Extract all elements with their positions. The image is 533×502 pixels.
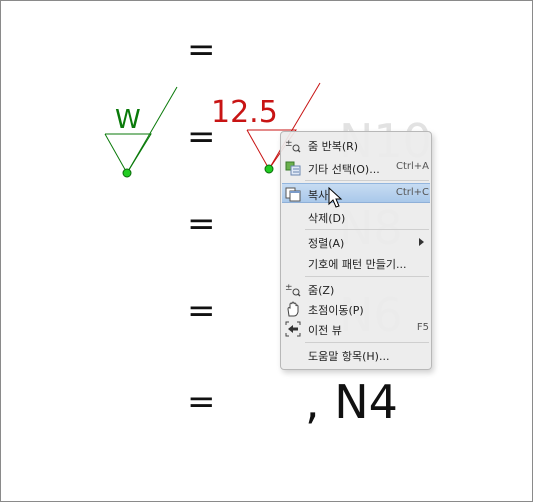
svg-text:±: ± [285,283,293,293]
menu-label: 초점이동(P) [308,304,364,317]
symbol-w-label: W [115,105,141,135]
drawing-canvas[interactable]: N10 N8 N6 = = = = = W 12.5 , N4 ± [0,0,533,502]
menu-shortcut: Ctrl+A [395,161,429,172]
menu-label: 삭제(D) [308,212,346,225]
menu-item-previous-view[interactable]: 이전 뷰 F5 [282,319,430,339]
menu-label: 복사 [308,189,329,202]
equals-sign-3: = [187,204,216,244]
label-n4: , N4 [305,375,398,429]
menu-label: 기호에 패턴 만들기... [308,258,407,271]
grip-point-red[interactable] [264,164,274,174]
menu-item-help[interactable]: 도움말 항목(H)... [282,345,430,365]
menu-shortcut: F5 [416,322,429,333]
menu-label: 이전 뷰 [308,324,342,337]
menu-separator [305,342,429,343]
copy-icon [285,186,301,202]
drawing-svg[interactable]: N10 N8 N6 = = = = = W 12.5 , N4 [1,1,532,501]
menu-separator [305,180,429,181]
menu-label: 줌 반복(R) [308,140,359,153]
menu-item-select-similar[interactable]: 기타 선택(O)... Ctrl+A [282,158,430,178]
zoom-icon: ± [285,281,301,297]
menu-label: 기타 선택(O)... [308,163,380,176]
equals-sign-4: = [187,291,216,331]
grip-point-green[interactable] [122,168,132,178]
menu-item-delete[interactable]: 삭제(D) [282,207,430,227]
menu-item-repeat-zoom[interactable]: ± 줌 반복(R) [282,135,430,155]
arrow-cursor-icon [328,187,343,208]
menu-item-make-pattern[interactable]: 기호에 패턴 만들기... [282,253,430,273]
menu-separator [305,276,429,277]
menu-item-copy[interactable]: 복사 Ctrl+C [282,183,430,203]
zoom-icon: ± [285,137,301,153]
select-similar-icon [285,160,301,176]
menu-item-zoom[interactable]: ± 줌(Z) [282,279,430,299]
surface-symbol-w[interactable]: W [104,86,178,178]
pan-hand-icon [285,301,301,317]
menu-separator [305,229,429,230]
menu-label: 정렬(A) [308,237,345,250]
menu-item-align[interactable]: 정렬(A) [282,232,430,252]
menu-shortcut: Ctrl+C [395,187,429,198]
menu-label: 도움말 항목(H)... [308,350,390,363]
symbol-value-label: 12.5 [211,95,278,130]
menu-label: 줌(Z) [308,284,335,297]
equals-sign-1: = [187,30,216,70]
menu-item-pan[interactable]: 초점이동(P) [282,299,430,319]
equals-sign-5: = [187,382,216,422]
svg-text:±: ± [285,139,293,149]
context-menu[interactable]: ± 줌 반복(R) 기타 선택(O)... Ctrl+A 복사 Ctrl+C 삭… [280,131,432,370]
previous-view-icon [285,321,301,337]
submenu-arrow-icon [419,238,424,246]
